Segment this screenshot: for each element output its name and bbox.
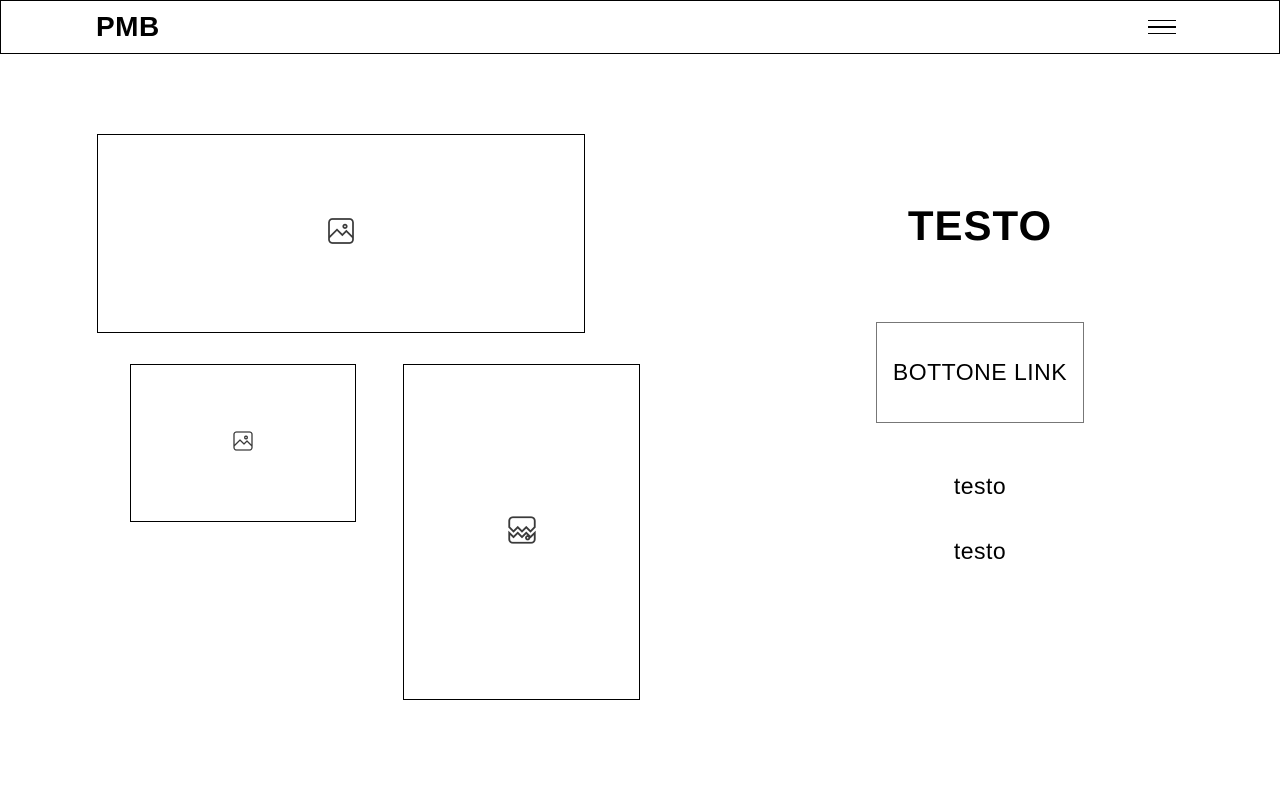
text-item: testo (954, 473, 1006, 500)
hamburger-menu-icon[interactable] (1148, 16, 1176, 39)
image-placeholder-large[interactable] (97, 134, 585, 333)
main-heading: TESTO (908, 202, 1052, 250)
link-button[interactable]: BOTTONE LINK (876, 322, 1084, 423)
main-content: TESTO BOTTONE LINK testo testo (0, 54, 1280, 784)
image-grid (0, 134, 680, 784)
image-icon (231, 429, 255, 458)
image-placeholder-tall[interactable] (403, 364, 640, 700)
text-item: testo (954, 538, 1006, 565)
image-placeholder-small[interactable] (130, 364, 356, 522)
text-column: TESTO BOTTONE LINK testo testo (680, 134, 1280, 784)
broken-image-icon (505, 513, 539, 552)
site-logo[interactable]: PMB (96, 11, 160, 43)
header: PMB (0, 0, 1280, 54)
image-icon (325, 215, 357, 252)
